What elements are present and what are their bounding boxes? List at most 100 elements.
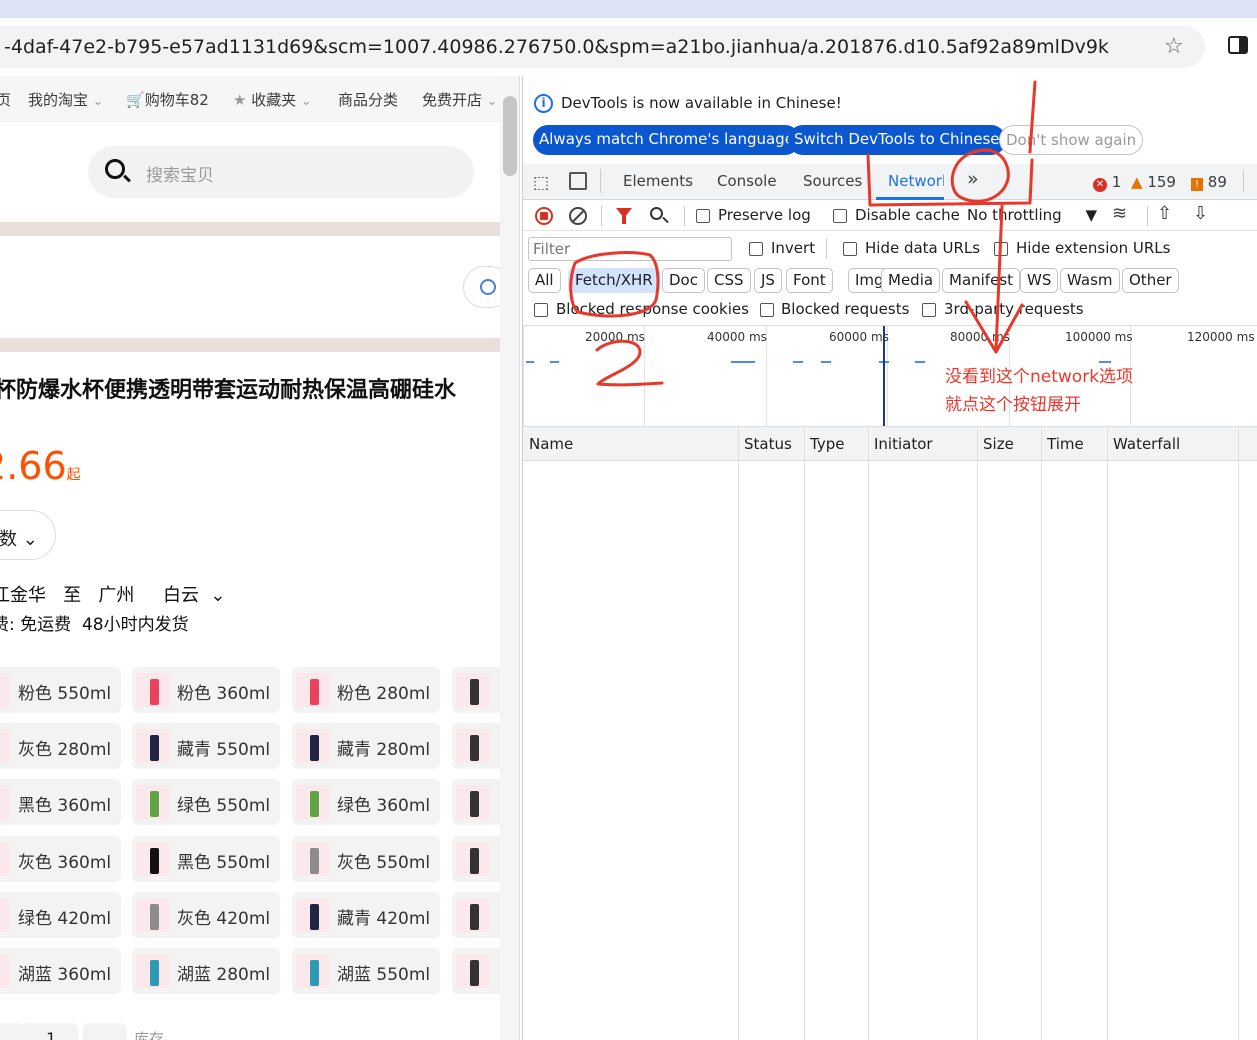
preserve-log-checkbox[interactable] xyxy=(696,209,710,223)
switch-to-chinese-button[interactable]: Switch DevTools to Chinese xyxy=(788,125,1006,155)
sku-option[interactable]: 湖蓝 550ml xyxy=(292,948,440,994)
dont-show-again-button[interactable]: Don't show again xyxy=(999,125,1144,155)
page-scrollbar[interactable] xyxy=(500,76,520,1040)
network-overview-timeline[interactable]: 20000 ms 40000 ms 60000 ms 80000 ms 1000… xyxy=(523,325,1257,427)
blocked-requests-checkbox[interactable] xyxy=(760,303,774,317)
pager-current[interactable]: 1 xyxy=(22,1023,78,1040)
sku-option[interactable]: 黑色 360ml xyxy=(0,779,121,825)
pager-prev[interactable] xyxy=(0,1023,24,1040)
type-filter-media[interactable]: Media xyxy=(881,268,941,293)
quantity-dropdown[interactable]: 数 ⌄ xyxy=(0,510,56,560)
warning-icon: ▲ xyxy=(1131,173,1143,191)
issues-icon: ! xyxy=(1191,178,1203,191)
blocked-requests-label: Blocked requests xyxy=(781,300,910,318)
sku-thumbnail xyxy=(136,898,170,932)
sku-option[interactable]: 粉色 550ml xyxy=(0,667,121,713)
type-filter-fetch-xhr[interactable]: Fetch/XHR xyxy=(568,268,660,293)
sku-option-partial[interactable] xyxy=(452,723,500,769)
type-filter-all[interactable]: All xyxy=(528,268,561,293)
search-icon[interactable] xyxy=(650,207,663,220)
clear-icon[interactable] xyxy=(569,207,587,225)
page-scrollbar-thumb[interactable] xyxy=(503,96,517,176)
shipping-route[interactable]: 江金华 至 广州 白云 ⌄ xyxy=(0,581,226,607)
sku-option[interactable]: 藏青 420ml xyxy=(292,892,440,938)
third-party-checkbox[interactable] xyxy=(922,303,936,317)
issues-count[interactable]: ! 89 xyxy=(1191,173,1227,191)
sku-option[interactable]: 粉色 360ml xyxy=(132,667,280,713)
type-filter-other[interactable]: Other xyxy=(1122,268,1179,293)
sku-option[interactable]: 湖蓝 360ml xyxy=(0,948,121,994)
hide-data-urls-checkbox[interactable] xyxy=(843,242,857,256)
filter-row: Filter Invert Hide data URLs Hide extens… xyxy=(523,232,1257,264)
sku-option[interactable]: 灰色 280ml xyxy=(0,723,121,769)
sku-option[interactable]: 粉色 280ml xyxy=(292,667,440,713)
blocked-cookies-checkbox[interactable] xyxy=(534,303,548,317)
side-panel-icon[interactable] xyxy=(1228,36,1248,54)
warning-count[interactable]: ▲ 159 xyxy=(1131,173,1176,191)
filter-input[interactable]: Filter xyxy=(528,237,732,261)
tab-console[interactable]: Console xyxy=(717,172,777,190)
sku-option[interactable]: 灰色 360ml xyxy=(0,836,121,882)
sku-option[interactable]: 灰色 550ml xyxy=(292,836,440,882)
sku-option[interactable]: 湖蓝 280ml xyxy=(132,948,280,994)
tab-elements[interactable]: Elements xyxy=(623,172,693,190)
more-tabs-chevron-icon[interactable]: » xyxy=(967,168,979,190)
sku-option[interactable]: 绿色 550ml xyxy=(132,779,280,825)
sku-label: 黑色 360ml xyxy=(18,796,112,816)
invert-checkbox[interactable] xyxy=(749,242,763,256)
tab-network[interactable]: Network xyxy=(888,172,944,190)
type-filter-js[interactable]: JS xyxy=(754,268,782,293)
customer-service-button[interactable] xyxy=(463,266,500,308)
export-har-icon[interactable]: ⇩ xyxy=(1193,203,1208,224)
column-status[interactable]: Status xyxy=(744,435,792,453)
sku-option[interactable]: 藏青 550ml xyxy=(132,723,280,769)
column-initiator[interactable]: Initiator xyxy=(874,435,933,453)
sku-option-partial[interactable] xyxy=(452,836,500,882)
disable-cache-label: Disable cache xyxy=(855,206,960,224)
column-name[interactable]: Name xyxy=(529,435,573,453)
nav-item-home[interactable]: 页 xyxy=(0,89,11,110)
filter-icon[interactable] xyxy=(616,208,632,224)
type-filter-font[interactable]: Font xyxy=(786,268,833,293)
sku-option[interactable]: 黑色 550ml xyxy=(132,836,280,882)
nav-cart[interactable]: 🛒购物车82 xyxy=(126,89,209,110)
shop-search-input[interactable]: 搜索宝贝 xyxy=(88,146,474,198)
inspect-element-icon[interactable]: ⬚ xyxy=(533,173,549,193)
column-waterfall[interactable]: Waterfall xyxy=(1113,435,1180,453)
omnibox[interactable]: -4daf-47e2-b795-e57ad1131d69&scm=1007.40… xyxy=(0,26,1205,68)
column-time[interactable]: Time xyxy=(1047,435,1084,453)
always-match-language-button[interactable]: Always match Chrome's language xyxy=(533,125,800,155)
sku-option-partial[interactable] xyxy=(452,779,500,825)
column-size[interactable]: Size xyxy=(983,435,1014,453)
disable-cache-checkbox[interactable] xyxy=(833,209,847,223)
sku-option[interactable]: 藏青 280ml xyxy=(292,723,440,769)
type-filter-css[interactable]: CSS xyxy=(707,268,751,293)
sku-option[interactable]: 绿色 420ml xyxy=(0,892,121,938)
type-filter-manifest[interactable]: Manifest xyxy=(942,268,1021,293)
error-count[interactable]: ✕ 1 xyxy=(1093,173,1121,192)
type-filter-doc[interactable]: Doc xyxy=(662,268,705,293)
sku-option-partial[interactable] xyxy=(452,892,500,938)
throttling-select[interactable]: No throttling ▼ xyxy=(967,206,1097,224)
sku-option-partial[interactable] xyxy=(452,948,500,994)
tab-sources[interactable]: Sources xyxy=(803,172,862,190)
record-icon[interactable] xyxy=(535,207,553,225)
nav-my-taobao[interactable]: 我的淘宝 ⌄ xyxy=(28,89,103,110)
url-text[interactable]: -4daf-47e2-b795-e57ad1131d69&scm=1007.40… xyxy=(4,36,1109,58)
hide-extension-urls-label: Hide extension URLs xyxy=(1016,239,1171,257)
sku-option[interactable]: 灰色 420ml xyxy=(132,892,280,938)
type-filter-ws[interactable]: WS xyxy=(1020,268,1059,293)
pager-next[interactable] xyxy=(83,1023,127,1040)
nav-open-shop[interactable]: 免费开店 ⌄ xyxy=(422,89,497,110)
nav-categories[interactable]: 商品分类 xyxy=(338,89,398,110)
sku-option[interactable]: 绿色 360ml xyxy=(292,779,440,825)
network-conditions-icon[interactable]: ≋ xyxy=(1112,203,1127,224)
column-type[interactable]: Type xyxy=(810,435,844,453)
type-filter-wasm[interactable]: Wasm xyxy=(1060,268,1120,293)
hide-extension-urls-checkbox[interactable] xyxy=(994,242,1008,256)
star-icon[interactable]: ☆ xyxy=(1164,34,1184,59)
device-toolbar-icon[interactable] xyxy=(569,172,587,190)
nav-favorites[interactable]: ★ 收藏夹 ⌄ xyxy=(233,89,312,110)
sku-option-partial[interactable] xyxy=(452,667,500,713)
import-har-icon[interactable]: ⇧ xyxy=(1157,203,1172,224)
